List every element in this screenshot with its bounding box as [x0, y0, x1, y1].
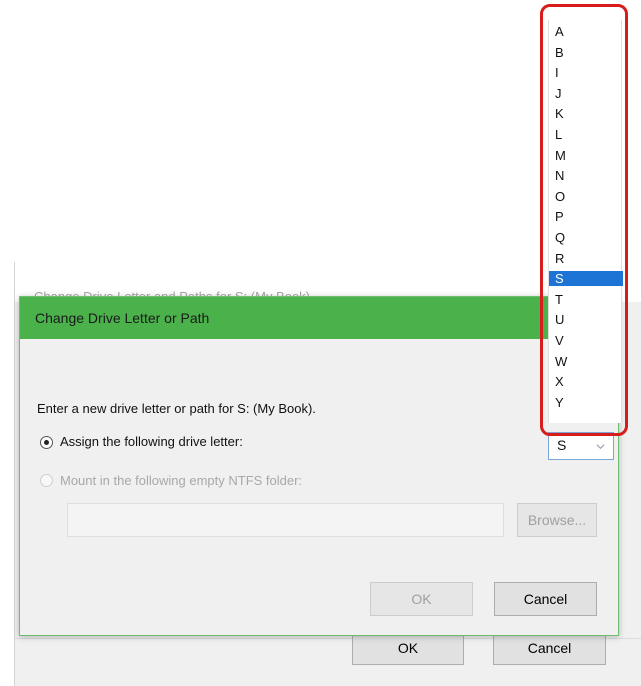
drive-letter-list: ABIJKLMNOPQRSTUVWXY: [548, 20, 623, 423]
drive-letter-option[interactable]: V: [549, 333, 623, 348]
drive-letter-option[interactable]: X: [549, 374, 623, 389]
drive-letter-option[interactable]: Y: [549, 395, 623, 410]
drive-letter-value: S: [557, 437, 567, 453]
drive-letter-option[interactable]: I: [549, 65, 623, 80]
drive-letter-option[interactable]: Q: [549, 230, 623, 245]
drive-letter-option[interactable]: R: [549, 251, 623, 266]
drive-letter-combo[interactable]: S: [548, 432, 614, 460]
dialog-prompt: Enter a new drive letter or path for S: …: [37, 401, 316, 416]
drive-letter-option[interactable]: A: [549, 24, 623, 39]
drive-letter-option[interactable]: T: [549, 292, 623, 307]
inner-dialog-title: Change Drive Letter or Path: [35, 310, 210, 326]
change-drive-letter-dialog: Change Drive Letter or Path Enter a new …: [19, 296, 619, 636]
drive-letter-option[interactable]: J: [549, 86, 623, 101]
drive-letter-option[interactable]: M: [549, 148, 623, 163]
drive-letter-option[interactable]: S: [549, 271, 623, 286]
drive-letter-option[interactable]: B: [549, 45, 623, 60]
mount-folder-label: Mount in the following empty NTFS folder…: [60, 473, 303, 488]
drive-letter-option[interactable]: W: [549, 354, 623, 369]
drive-letter-option[interactable]: K: [549, 106, 623, 121]
assign-letter-radio[interactable]: [40, 436, 53, 449]
inner-cancel-button[interactable]: Cancel: [494, 582, 597, 616]
drive-letter-option[interactable]: U: [549, 312, 623, 327]
chevron-down-icon: [596, 444, 605, 450]
drive-letter-option[interactable]: N: [549, 168, 623, 183]
inner-dialog-titlebar: Change Drive Letter or Path: [20, 297, 618, 339]
drive-letter-option[interactable]: L: [549, 127, 623, 142]
drive-letter-option[interactable]: P: [549, 209, 623, 224]
outer-cancel-button[interactable]: Cancel: [493, 631, 606, 665]
inner-ok-button[interactable]: OK: [370, 582, 473, 616]
outer-ok-button[interactable]: OK: [352, 631, 464, 665]
mount-folder-radio[interactable]: [40, 474, 53, 487]
folder-path-input[interactable]: [67, 503, 504, 537]
browse-button[interactable]: Browse...: [517, 503, 597, 537]
drive-letter-option[interactable]: O: [549, 189, 623, 204]
assign-letter-label: Assign the following drive letter:: [60, 434, 243, 449]
